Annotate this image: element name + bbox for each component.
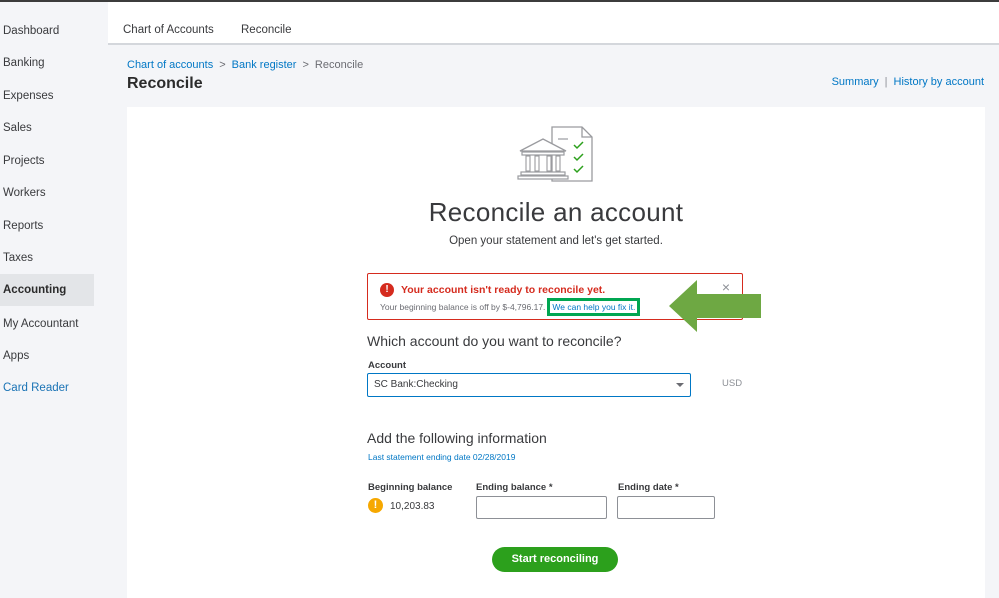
left-nav-sidebar: Dashboard Banking Expenses Sales Project… xyxy=(0,2,94,598)
sidebar-item-reports[interactable]: Reports xyxy=(0,210,94,242)
warning-icon[interactable]: ! xyxy=(368,498,383,513)
alert-message-text: Your beginning balance is off by $-4,796… xyxy=(380,302,546,312)
alert-title: Your account isn't ready to reconcile ye… xyxy=(401,284,606,296)
account-select-value: SC Bank:Checking xyxy=(374,379,458,390)
bank-checklist-icon xyxy=(517,126,593,182)
ending-balance-label: Ending balance * xyxy=(476,482,553,493)
history-by-account-link[interactable]: History by account xyxy=(894,76,984,88)
account-question: Which account do you want to reconcile? xyxy=(367,333,622,349)
breadcrumb-chart-of-accounts[interactable]: Chart of accounts xyxy=(127,59,213,71)
ending-balance-input[interactable] xyxy=(476,496,607,519)
breadcrumb-separator: > xyxy=(219,59,226,71)
beginning-balance-label: Beginning balance xyxy=(368,482,453,493)
sidebar-item-sales[interactable]: Sales xyxy=(0,112,94,144)
sidebar-item-expenses[interactable]: Expenses xyxy=(0,80,94,112)
tab-reconcile[interactable]: Reconcile xyxy=(241,2,292,43)
sidebar-item-banking[interactable]: Banking xyxy=(0,47,94,79)
sidebar-item-projects[interactable]: Projects xyxy=(0,145,94,177)
breadcrumb: Chart of accounts > Bank register > Reconcil… xyxy=(127,59,363,71)
account-label: Account xyxy=(368,360,406,371)
start-reconciling-button[interactable]: Start reconciling xyxy=(492,547,618,572)
ending-date-label: Ending date * xyxy=(618,482,679,493)
annotation-arrow-icon xyxy=(669,280,761,332)
sidebar-item-dashboard[interactable]: Dashboard xyxy=(0,15,94,47)
breadcrumb-separator: > xyxy=(302,59,309,71)
chevron-down-icon xyxy=(676,383,684,387)
sidebar-item-card-reader[interactable]: Card Reader xyxy=(0,372,94,404)
last-statement-date-link[interactable]: Last statement ending date 02/28/2019 xyxy=(368,452,515,462)
breadcrumb-reconcile: Reconcile xyxy=(314,59,364,71)
sidebar-item-workers[interactable]: Workers xyxy=(0,177,94,209)
alert-message: Your beginning balance is off by $-4,796… xyxy=(380,298,641,316)
summary-link[interactable]: Summary xyxy=(832,76,879,88)
beginning-balance-value: 10,203.83 xyxy=(390,501,435,512)
link-divider: | xyxy=(884,76,888,88)
page-title: Reconcile xyxy=(127,75,203,92)
ending-date-input[interactable] xyxy=(617,496,715,519)
currency-code: USD xyxy=(722,378,743,389)
sidebar-item-apps[interactable]: Apps xyxy=(0,340,94,372)
reconcile-heading: Reconcile an account xyxy=(428,197,684,227)
reconcile-subheading: Open your statement and let's get starte… xyxy=(449,235,663,247)
sub-tab-bar: Chart of Accounts Reconcile xyxy=(108,2,999,45)
error-icon: ! xyxy=(380,283,394,297)
fix-it-link[interactable]: We can help you fix it. xyxy=(547,298,641,316)
page-header-links: Summary | History by account xyxy=(832,76,984,88)
info-heading: Add the following information xyxy=(367,430,547,446)
sidebar-item-accounting[interactable]: Accounting xyxy=(0,274,94,306)
account-select[interactable]: SC Bank:Checking xyxy=(367,373,691,397)
sidebar-item-taxes[interactable]: Taxes xyxy=(0,242,94,274)
sidebar-item-my-accountant[interactable]: My Accountant xyxy=(0,308,94,340)
reconcile-card: Reconcile an account Open your statement… xyxy=(127,107,985,598)
tab-chart-of-accounts[interactable]: Chart of Accounts xyxy=(123,2,214,43)
breadcrumb-bank-register[interactable]: Bank register xyxy=(232,59,297,71)
